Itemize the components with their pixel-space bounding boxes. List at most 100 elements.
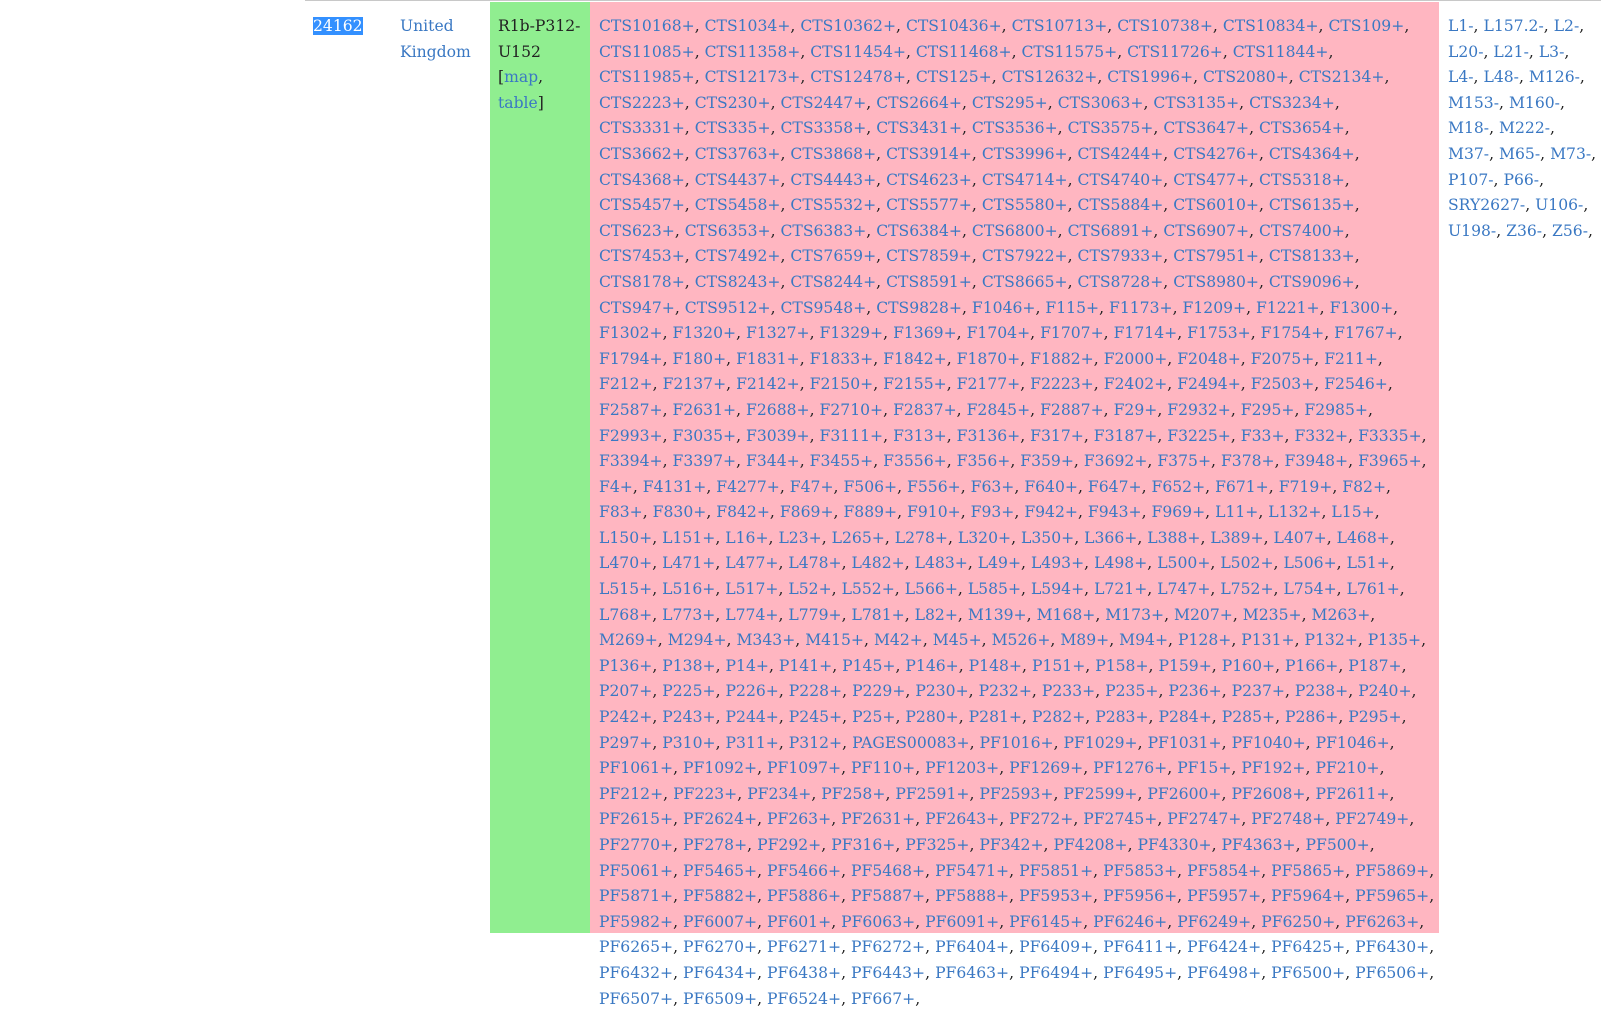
marker-link[interactable]: PF5886+ [767, 887, 841, 905]
marker-link[interactable]: P14+ [726, 657, 769, 675]
marker-link[interactable]: PF6506+ [1355, 964, 1429, 982]
marker-link[interactable]: PF2624+ [683, 810, 757, 828]
marker-link[interactable]: L502+ [1220, 554, 1273, 572]
marker-link[interactable]: F1833+ [810, 350, 874, 368]
marker-link[interactable]: P311+ [726, 734, 779, 752]
table-link[interactable]: table [498, 94, 538, 112]
marker-link[interactable]: F1870+ [957, 350, 1021, 368]
marker-link[interactable]: PF316+ [831, 836, 895, 854]
marker-link[interactable]: F313+ [893, 427, 947, 445]
marker-link[interactable]: CTS6135+ [1269, 196, 1355, 214]
marker-link[interactable]: L21- [1493, 43, 1528, 61]
marker-link[interactable]: L407+ [1274, 529, 1327, 547]
marker-link[interactable]: P230+ [915, 682, 968, 700]
marker-link[interactable]: PF5468+ [851, 862, 925, 880]
marker-link[interactable]: F1704+ [967, 324, 1031, 342]
marker-link[interactable]: L477+ [725, 554, 778, 572]
marker-link[interactable]: CTS5457+ [599, 196, 685, 214]
marker-link[interactable]: F1753+ [1187, 324, 1251, 342]
marker-link[interactable]: P107- [1448, 171, 1494, 189]
marker-link[interactable]: CTS623+ [599, 222, 675, 240]
marker-link[interactable]: PF5466+ [767, 862, 841, 880]
marker-link[interactable]: PF5956+ [1103, 887, 1177, 905]
marker-link[interactable]: L4- [1448, 68, 1474, 86]
marker-link[interactable]: CTS8133+ [1269, 247, 1355, 265]
marker-link[interactable]: F3335+ [1358, 427, 1422, 445]
marker-link[interactable]: PF2593+ [979, 785, 1053, 803]
marker-link[interactable]: F3035+ [673, 427, 737, 445]
marker-link[interactable]: PF6263+ [1345, 913, 1419, 931]
marker-link[interactable]: CTS11575+ [1022, 43, 1118, 61]
marker-link[interactable]: PF5965+ [1355, 887, 1429, 905]
marker-link[interactable]: M37- [1448, 145, 1489, 163]
marker-link[interactable]: PF5851+ [1019, 862, 1093, 880]
marker-link[interactable]: F180+ [673, 350, 727, 368]
marker-link[interactable]: M89+ [1060, 631, 1109, 649]
marker-link[interactable]: CTS4740+ [1078, 171, 1164, 189]
marker-link[interactable]: F1714+ [1114, 324, 1178, 342]
marker-link[interactable]: PF5882+ [683, 887, 757, 905]
marker-link[interactable]: M526+ [992, 631, 1051, 649]
marker-link[interactable]: L389+ [1210, 529, 1263, 547]
marker-link[interactable]: PF5471+ [935, 862, 1009, 880]
marker-link[interactable]: F3039+ [746, 427, 810, 445]
marker-link[interactable]: PF342+ [979, 836, 1043, 854]
marker-link[interactable]: Z36- [1506, 222, 1542, 240]
marker-link[interactable]: L51+ [1347, 554, 1390, 572]
marker-link[interactable]: L594+ [1031, 580, 1084, 598]
marker-link[interactable]: PF1276+ [1093, 759, 1167, 777]
marker-link[interactable]: M235+ [1243, 606, 1302, 624]
marker-link[interactable]: PF278+ [683, 836, 747, 854]
marker-link[interactable]: PF6443+ [851, 964, 925, 982]
marker-link[interactable]: CTS3662+ [599, 145, 685, 163]
marker-link[interactable]: PF6265+ [599, 938, 673, 956]
marker-link[interactable]: PF258+ [821, 785, 885, 803]
marker-link[interactable]: CTS4364+ [1269, 145, 1355, 163]
marker-link[interactable]: PF2747+ [1167, 810, 1241, 828]
marker-link[interactable]: PAGES00083+ [852, 734, 970, 752]
marker-link[interactable]: F2587+ [599, 401, 663, 419]
marker-link[interactable]: PF6495+ [1103, 964, 1177, 982]
marker-link[interactable]: PF192+ [1241, 759, 1305, 777]
marker-link[interactable]: CTS4244+ [1078, 145, 1164, 163]
marker-link[interactable]: CTS3654+ [1259, 119, 1345, 137]
marker-link[interactable]: F317+ [1030, 427, 1084, 445]
marker-link[interactable]: PF1040+ [1232, 734, 1306, 752]
marker-link[interactable]: CTS7922+ [982, 247, 1068, 265]
marker-link[interactable]: CTS8243+ [695, 273, 781, 291]
marker-link[interactable]: F47+ [790, 478, 834, 496]
marker-link[interactable]: F910+ [907, 503, 961, 521]
marker-link[interactable]: F556+ [907, 478, 961, 496]
marker-link[interactable]: CTS10713+ [1012, 17, 1108, 35]
marker-link[interactable]: L470+ [599, 554, 652, 572]
marker-link[interactable]: F2000+ [1104, 350, 1168, 368]
marker-link[interactable]: P282+ [1032, 708, 1085, 726]
marker-link[interactable]: L754+ [1283, 580, 1336, 598]
marker-link[interactable]: L52+ [788, 580, 831, 598]
marker-link[interactable]: F63+ [971, 478, 1015, 496]
marker-link[interactable]: F3225+ [1167, 427, 1231, 445]
marker-link[interactable]: F3948+ [1285, 452, 1349, 470]
marker-link[interactable]: PF2591+ [895, 785, 969, 803]
marker-link[interactable]: CTS6384+ [876, 222, 962, 240]
marker-link[interactable]: CTS3536+ [972, 119, 1058, 137]
marker-link[interactable]: L773+ [662, 606, 715, 624]
marker-link[interactable]: L478+ [788, 554, 841, 572]
marker-link[interactable]: PF5953+ [1019, 887, 1093, 905]
marker-link[interactable]: PF1046+ [1316, 734, 1390, 752]
marker-link[interactable]: PF6411+ [1103, 938, 1177, 956]
marker-link[interactable]: U198- [1448, 222, 1496, 240]
marker-link[interactable]: F1767+ [1334, 324, 1398, 342]
marker-link[interactable]: CTS5458+ [695, 196, 781, 214]
marker-link[interactable]: PF6463+ [935, 964, 1009, 982]
marker-link[interactable]: F2402+ [1104, 375, 1168, 393]
marker-link[interactable]: CTS4623+ [886, 171, 972, 189]
marker-link[interactable]: CTS2223+ [599, 94, 685, 112]
marker-link[interactable]: F3111+ [820, 427, 884, 445]
marker-link[interactable]: M73- [1550, 145, 1591, 163]
marker-link[interactable]: PF6409+ [1019, 938, 1093, 956]
marker-link[interactable]: PF1269+ [1009, 759, 1083, 777]
marker-link[interactable]: CTS230+ [695, 94, 771, 112]
marker-link[interactable]: L483+ [915, 554, 968, 572]
marker-link[interactable]: M65- [1499, 145, 1540, 163]
